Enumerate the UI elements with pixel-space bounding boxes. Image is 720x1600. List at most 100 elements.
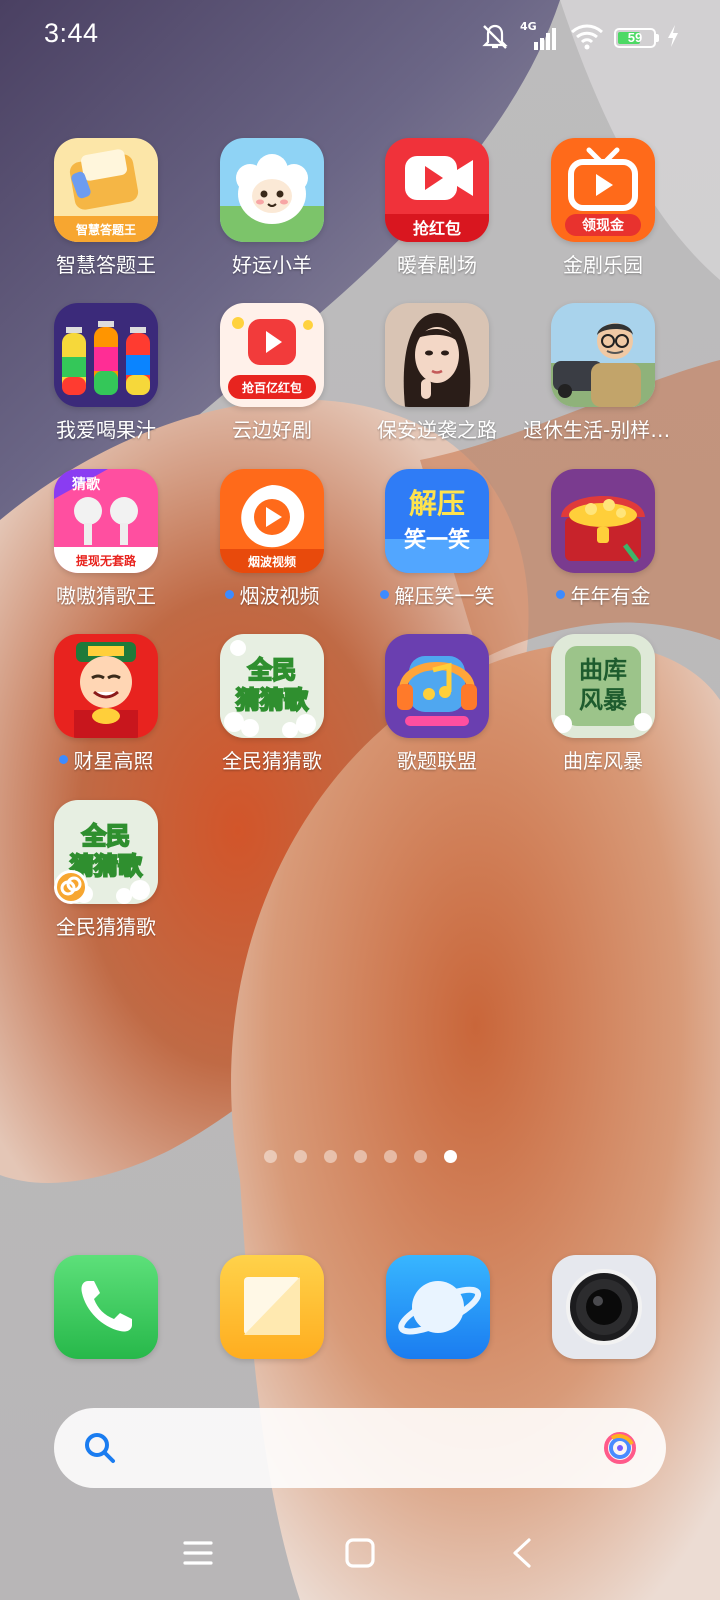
icon-text: 全民 (81, 822, 130, 850)
app-tuixiu-shenghuo[interactable]: 退休生活-别样人生 (518, 303, 688, 453)
page-dot[interactable] (383, 1150, 397, 1163)
tv-icon: 领现金 (551, 138, 655, 242)
search-bar[interactable] (54, 1408, 666, 1488)
icon-text: 烟波视频 (248, 554, 296, 569)
ai-assistant-icon[interactable] (598, 1426, 642, 1474)
battery-level: 59 (627, 30, 643, 45)
app-nuanchun-juchang[interactable]: 抢红包 暖春剧场 (352, 138, 522, 288)
app-label: 烟波视频 (239, 583, 320, 608)
nav-menu-button[interactable] (168, 1528, 228, 1578)
dual-app-badge-icon (54, 870, 88, 904)
signal-icon: 4G (520, 20, 560, 52)
page-dot-active[interactable] (443, 1150, 457, 1163)
app-yunbian-haoju[interactable]: 抢百亿红包 云边好剧 (187, 303, 357, 453)
icon-text: 解压 (409, 487, 465, 520)
app-yanbo-shipin[interactable]: 烟波视频 烟波视频 (187, 469, 357, 619)
play-circle-icon: 烟波视频 (220, 469, 324, 573)
quiz-app-icon: 智慧答题王 (54, 138, 158, 242)
app-label: 我爱喝果汁 (56, 417, 156, 442)
app-jieya-xiaoyixiao[interactable]: 解压 笑一笑 解压笑一笑 (352, 469, 522, 619)
app-woai-heguozhi[interactable]: 我爱喝果汁 (21, 303, 191, 453)
app-label: 歌题联盟 (397, 748, 477, 773)
app-label: 好运小羊 (232, 252, 312, 277)
app-quanmin-caicaige-clone[interactable]: 全民 猜猜歌 全民猜猜歌 (21, 800, 191, 950)
search-input[interactable] (144, 1426, 568, 1472)
guess-song-icon: 全民 猜猜歌 (220, 634, 324, 738)
menu-icon (183, 1541, 213, 1565)
status-bar: 3:44 4G 59 (0, 0, 720, 80)
portrait-icon (385, 303, 489, 407)
new-install-dot (224, 589, 234, 599)
fortune-god-icon (54, 634, 158, 738)
app-caixing-gaozhao[interactable]: 财星高照 (21, 634, 191, 784)
icon-subtext: 风暴 (579, 686, 628, 714)
microphone-icon: 猜歌 提现无套路 (54, 469, 158, 573)
status-icons: 4G 59 (480, 20, 680, 56)
icon-text: 全民 (247, 656, 296, 684)
app-zhihui-datiwang[interactable]: 智慧答题王 智慧答题王 (21, 138, 191, 288)
nav-home-button[interactable] (330, 1528, 390, 1578)
video-play-icon: 抢百亿红包 (220, 303, 324, 407)
treasure-chest-icon (551, 469, 655, 573)
dock-phone[interactable] (54, 1255, 158, 1359)
app-label: 智慧答题王 (56, 252, 156, 277)
home-screen: 3:44 4G 59 智慧答题王 智慧答题王 好运小羊 抢红包 暖春剧场 领现金… (0, 0, 720, 1600)
app-label: 嗷嗷猜歌王 (56, 583, 156, 608)
page-dot[interactable] (353, 1150, 367, 1163)
app-aoao-caigewang[interactable]: 猜歌 提现无套路 嗷嗷猜歌王 (21, 469, 191, 619)
mute-icon (480, 22, 510, 54)
app-label: 暖春剧场 (397, 252, 477, 277)
phone-icon (54, 1255, 158, 1359)
juice-bottles-icon (54, 303, 158, 407)
icon-subtext: 笑一笑 (404, 527, 470, 553)
app-haoyun-xiaoyang[interactable]: 好运小羊 (187, 138, 357, 288)
icon-subtext: 猜猜歌 (235, 686, 309, 714)
icon-text: 领现金 (582, 217, 625, 234)
song-storm-icon: 曲库 风暴 (551, 634, 655, 738)
app-label: 解压笑一笑 (394, 583, 495, 608)
new-install-dot (58, 754, 68, 764)
app-baoan-nixi[interactable]: 保安逆袭之路 (352, 303, 522, 453)
app-label: 金剧乐园 (563, 252, 643, 277)
dock-camera[interactable] (552, 1255, 656, 1359)
page-dot[interactable] (413, 1150, 427, 1163)
man-car-icon (551, 303, 655, 407)
page-dot[interactable] (293, 1150, 307, 1163)
app-label: 全民猜猜歌 (56, 914, 156, 939)
app-geti-lianmeng[interactable]: 歌题联盟 (352, 634, 522, 784)
app-niannian-youjin[interactable]: 年年有金 (518, 469, 688, 619)
new-install-dot (379, 589, 389, 599)
app-jinju-leyuan[interactable]: 领现金 金剧乐园 (518, 138, 688, 288)
laugh-text-icon: 解压 笑一笑 (385, 469, 489, 573)
notes-icon (220, 1255, 324, 1359)
battery-icon: 59 (614, 28, 659, 48)
wifi-icon (570, 22, 604, 54)
charging-icon (666, 24, 680, 52)
app-label: 保安逆袭之路 (377, 417, 497, 442)
app-label: 退休生活-别样人生 (523, 417, 683, 442)
icon-text: 抢百亿红包 (242, 380, 302, 395)
app-label: 全民猜猜歌 (222, 748, 322, 773)
app-label: 财星高照 (73, 748, 154, 773)
status-time: 3:44 (44, 18, 99, 48)
icon-subtext: 提现无套路 (76, 553, 137, 568)
browser-icon (386, 1255, 490, 1359)
page-dot[interactable] (323, 1150, 337, 1163)
app-label: 年年有金 (570, 583, 651, 608)
icon-text: 智慧答题王 (75, 222, 136, 237)
new-install-dot (555, 589, 565, 599)
nav-back-button[interactable] (492, 1528, 552, 1578)
page-indicator (0, 1150, 720, 1164)
dock-notes[interactable] (220, 1255, 324, 1359)
app-quanmin-caicaige[interactable]: 全民 猜猜歌 全民猜猜歌 (187, 634, 357, 784)
app-quku-fengbao[interactable]: 曲库 风暴 曲库风暴 (518, 634, 688, 784)
sheep-icon (220, 138, 324, 242)
icon-text: 抢红包 (413, 219, 461, 238)
home-icon (345, 1538, 375, 1568)
dock-browser[interactable] (386, 1255, 490, 1359)
camera-icon (552, 1255, 656, 1359)
search-icon[interactable] (80, 1428, 120, 1472)
app-label: 曲库风暴 (563, 748, 643, 773)
video-icon: 抢红包 (385, 138, 489, 242)
page-dot[interactable] (263, 1150, 277, 1163)
